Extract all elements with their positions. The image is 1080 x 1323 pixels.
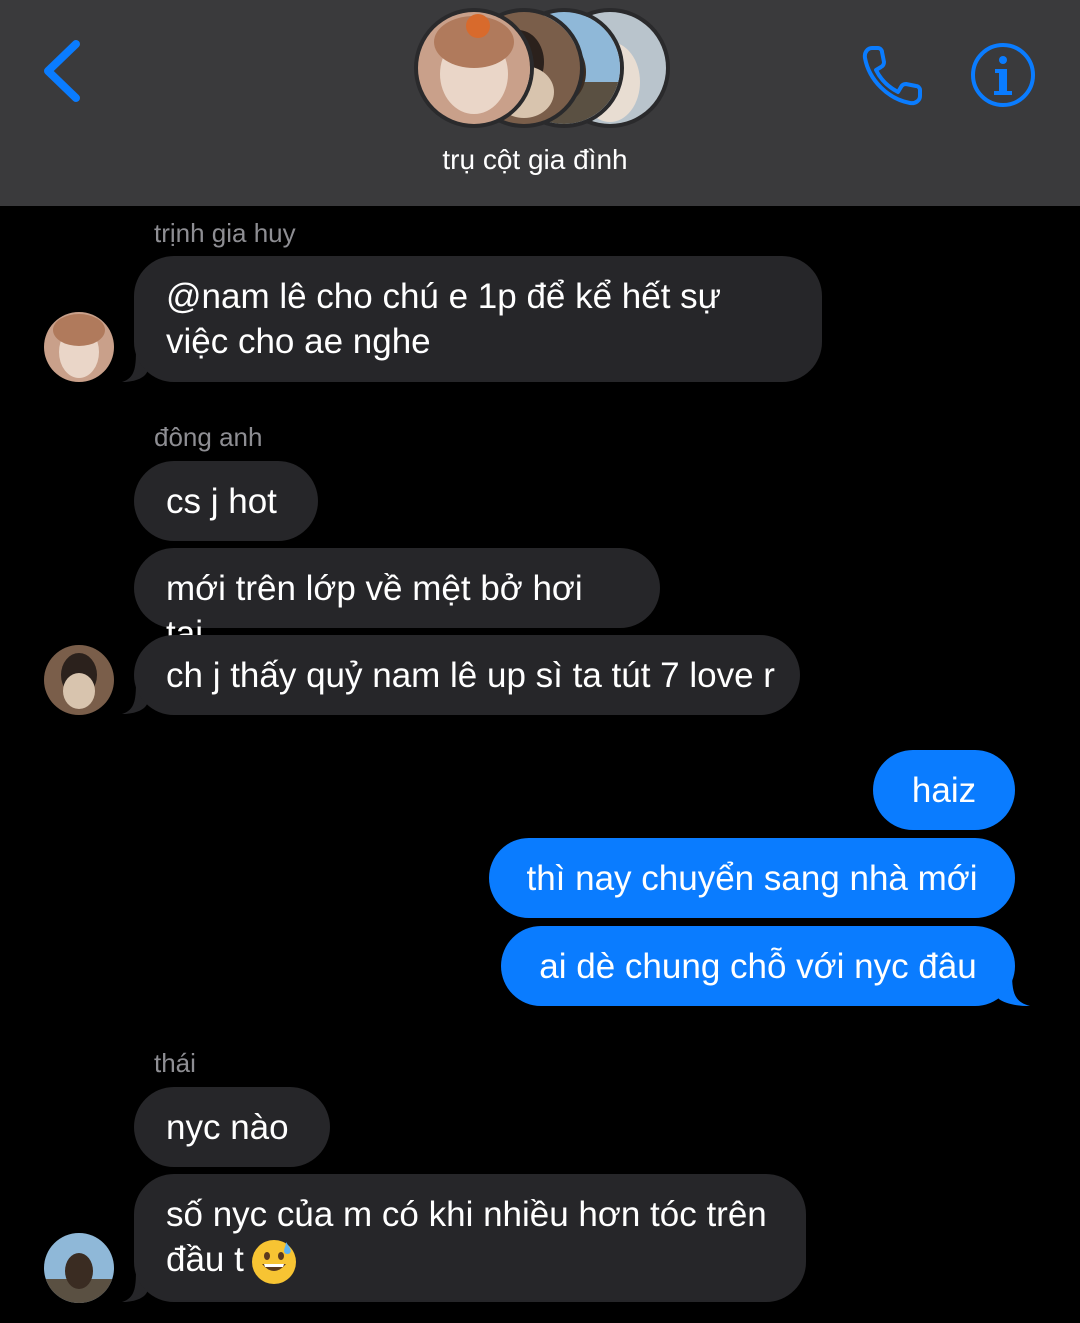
message-bubble[interactable]: nyc nào (134, 1087, 330, 1167)
call-button[interactable] (858, 40, 928, 110)
message-bubble[interactable]: cs j hot (134, 461, 318, 541)
avatar[interactable] (44, 312, 114, 382)
chevron-left-icon (44, 40, 80, 102)
back-button[interactable] (36, 36, 96, 106)
avatar[interactable] (44, 645, 114, 715)
message-bubble[interactable]: mới trên lớp về mệt bở hơi tai (134, 548, 660, 653)
info-button[interactable] (970, 42, 1036, 108)
phone-icon (862, 46, 922, 106)
avatar[interactable] (44, 1233, 114, 1303)
group-member-avatar (414, 8, 534, 128)
message-bubble[interactable]: @nam lê cho chú e 1p để kể hết sự việc c… (134, 256, 822, 382)
sender-name: đông anh (154, 422, 263, 452)
sender-name: thái (154, 1048, 196, 1078)
message-bubble[interactable]: ch j thấy quỷ nam lê up sì ta tút 7 love… (134, 635, 800, 715)
message-bubble[interactable]: thì nay chuyển sang nhà mới (489, 838, 1015, 918)
sender-name: trịnh gia huy (154, 218, 296, 248)
message-bubble[interactable]: số nyc của m có khi nhiều hơn tóc trên đ… (134, 1174, 806, 1302)
conversation-title[interactable]: trụ cột gia đình (0, 144, 1070, 176)
message-bubble[interactable]: ai dè chung chỗ với nyc đâu (501, 926, 1015, 1006)
grinning-sweat-emoji (250, 1238, 298, 1286)
conversation-header: trụ cột gia đình (0, 0, 1080, 206)
group-avatar-stack[interactable] (412, 4, 670, 130)
info-icon (971, 43, 1035, 107)
message-bubble[interactable]: haiz (873, 750, 1015, 830)
